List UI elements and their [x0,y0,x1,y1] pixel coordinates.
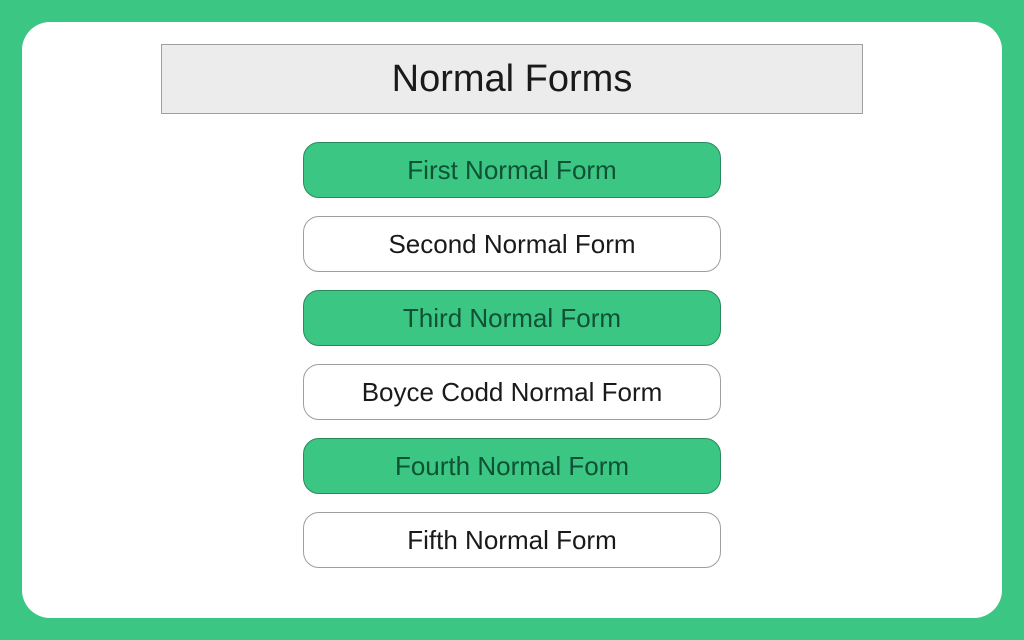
list-item: First Normal Form [303,142,721,198]
list-item: Fourth Normal Form [303,438,721,494]
list-item: Boyce Codd Normal Form [303,364,721,420]
item-label: Fifth Normal Form [407,525,616,556]
diagram-title: Normal Forms [392,58,633,101]
title-box: Normal Forms [161,44,863,114]
list-item: Second Normal Form [303,216,721,272]
item-label: Boyce Codd Normal Form [362,377,663,408]
item-label: Third Normal Form [403,303,621,334]
item-label: Second Normal Form [388,229,635,260]
list-item: Fifth Normal Form [303,512,721,568]
item-label: First Normal Form [407,155,616,186]
item-label: Fourth Normal Form [395,451,629,482]
items-list: First Normal Form Second Normal Form Thi… [303,142,721,568]
list-item: Third Normal Form [303,290,721,346]
diagram-card: Normal Forms First Normal Form Second No… [22,22,1002,618]
